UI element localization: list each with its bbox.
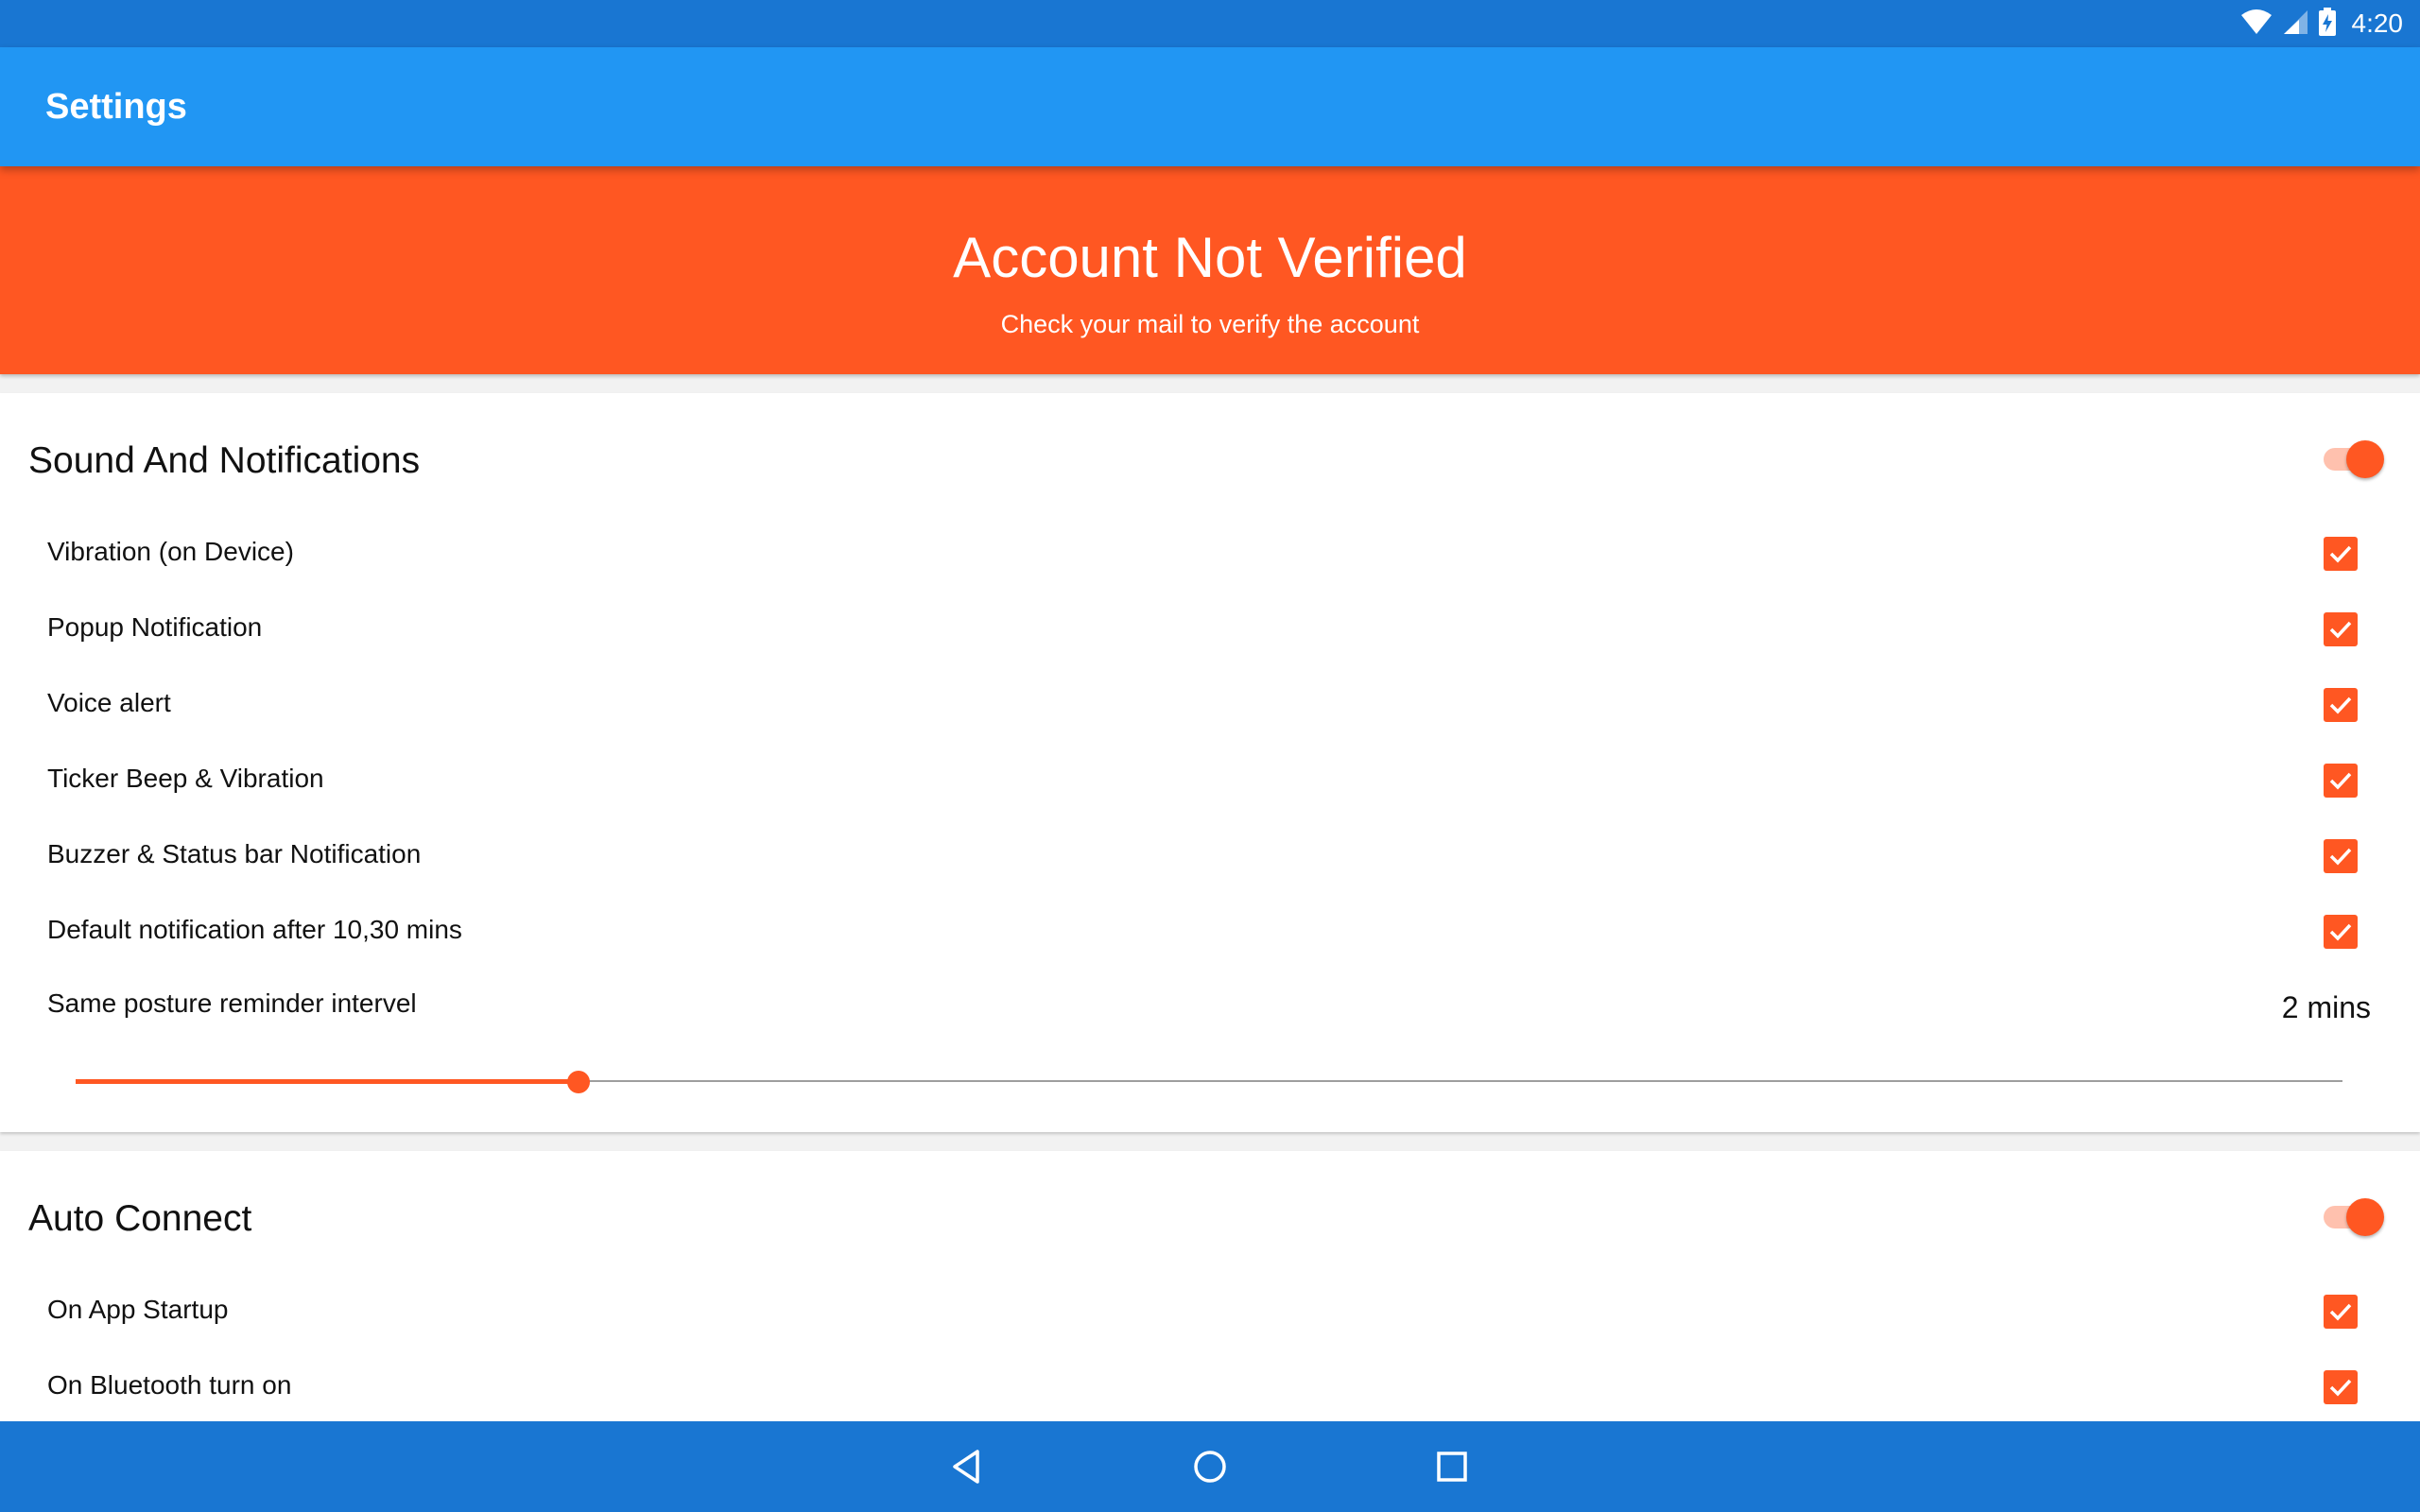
posture-interval-slider[interactable] (76, 1062, 2342, 1100)
ticker-beep-checkbox[interactable] (2324, 764, 2358, 798)
setting-row-posture-reminder: Same posture reminder intervel 2 mins (0, 968, 2420, 1043)
toggle-thumb (2346, 1198, 2384, 1236)
posture-interval-value: 2 mins (2281, 990, 2371, 1024)
sound-notifications-card: Sound And Notifications Vibration (on De… (0, 393, 2420, 1132)
checkmark-icon (2329, 545, 2352, 563)
bluetooth-on-checkbox[interactable] (2324, 1370, 2358, 1404)
slider-thumb[interactable] (567, 1071, 591, 1093)
setting-row-buzzer[interactable]: Buzzer & Status bar Notification (0, 818, 2420, 894)
setting-label: Default notification after 10,30 mins (47, 915, 462, 944)
back-icon[interactable] (945, 1444, 991, 1489)
setting-row-bluetooth-on[interactable]: On Bluetooth turn on (0, 1349, 2420, 1425)
setting-label: Vibration (on Device) (47, 537, 294, 566)
checkmark-icon (2329, 696, 2352, 714)
section-title: Auto Connect (28, 1198, 252, 1239)
setting-label: On Bluetooth turn on (47, 1370, 292, 1400)
checkmark-icon (2329, 848, 2352, 866)
vibration-checkbox[interactable] (2324, 537, 2358, 571)
default-notification-checkbox[interactable] (2324, 915, 2358, 949)
voice-alert-checkbox[interactable] (2324, 688, 2358, 722)
account-not-verified-banner: Account Not Verified Check your mail to … (0, 166, 2420, 374)
setting-label: Buzzer & Status bar Notification (47, 839, 422, 868)
wifi-icon (2240, 9, 2273, 40)
sound-notifications-toggle[interactable] (2318, 438, 2386, 480)
section-title: Sound And Notifications (28, 440, 421, 481)
setting-label: On App Startup (47, 1295, 229, 1324)
setting-row-popup[interactable]: Popup Notification (0, 592, 2420, 667)
status-icons: 4:20 (2240, 0, 2404, 47)
auto-connect-toggle[interactable] (2318, 1196, 2386, 1238)
checkmark-icon (2329, 923, 2352, 941)
checkmark-icon (2329, 772, 2352, 790)
checkmark-icon (2329, 1303, 2352, 1321)
navigation-bar (0, 1421, 2420, 1512)
checkmark-icon (2329, 1379, 2352, 1397)
setting-row-ticker-beep[interactable]: Ticker Beep & Vibration (0, 743, 2420, 818)
setting-row-vibration[interactable]: Vibration (on Device) (0, 516, 2420, 592)
cell-signal-icon (2282, 9, 2308, 40)
setting-label: Ticker Beep & Vibration (47, 764, 324, 793)
app-bar: Settings (0, 47, 2420, 166)
setting-label: Same posture reminder intervel (47, 988, 417, 1018)
recents-icon[interactable] (1429, 1444, 1475, 1489)
setting-label: Voice alert (47, 688, 171, 717)
page-title: Settings (45, 87, 187, 127)
popup-notification-checkbox[interactable] (2324, 612, 2358, 646)
status-bar: 4:20 (0, 0, 2420, 47)
checkmark-icon (2329, 621, 2352, 639)
buzzer-checkbox[interactable] (2324, 839, 2358, 873)
setting-row-default-notification[interactable]: Default notification after 10,30 mins (0, 894, 2420, 970)
home-icon[interactable] (1187, 1444, 1233, 1489)
setting-label: Popup Notification (47, 612, 263, 642)
setting-row-voice-alert[interactable]: Voice alert (0, 667, 2420, 743)
banner-title: Account Not Verified (953, 226, 1467, 289)
setting-row-app-startup[interactable]: On App Startup (0, 1274, 2420, 1349)
status-time: 4:20 (2351, 9, 2404, 38)
toggle-thumb (2346, 440, 2384, 478)
battery-charging-icon (2318, 7, 2337, 41)
app-startup-checkbox[interactable] (2324, 1295, 2358, 1329)
banner-subtitle: Check your mail to verify the account (1000, 310, 1420, 338)
slider-fill (76, 1079, 579, 1084)
